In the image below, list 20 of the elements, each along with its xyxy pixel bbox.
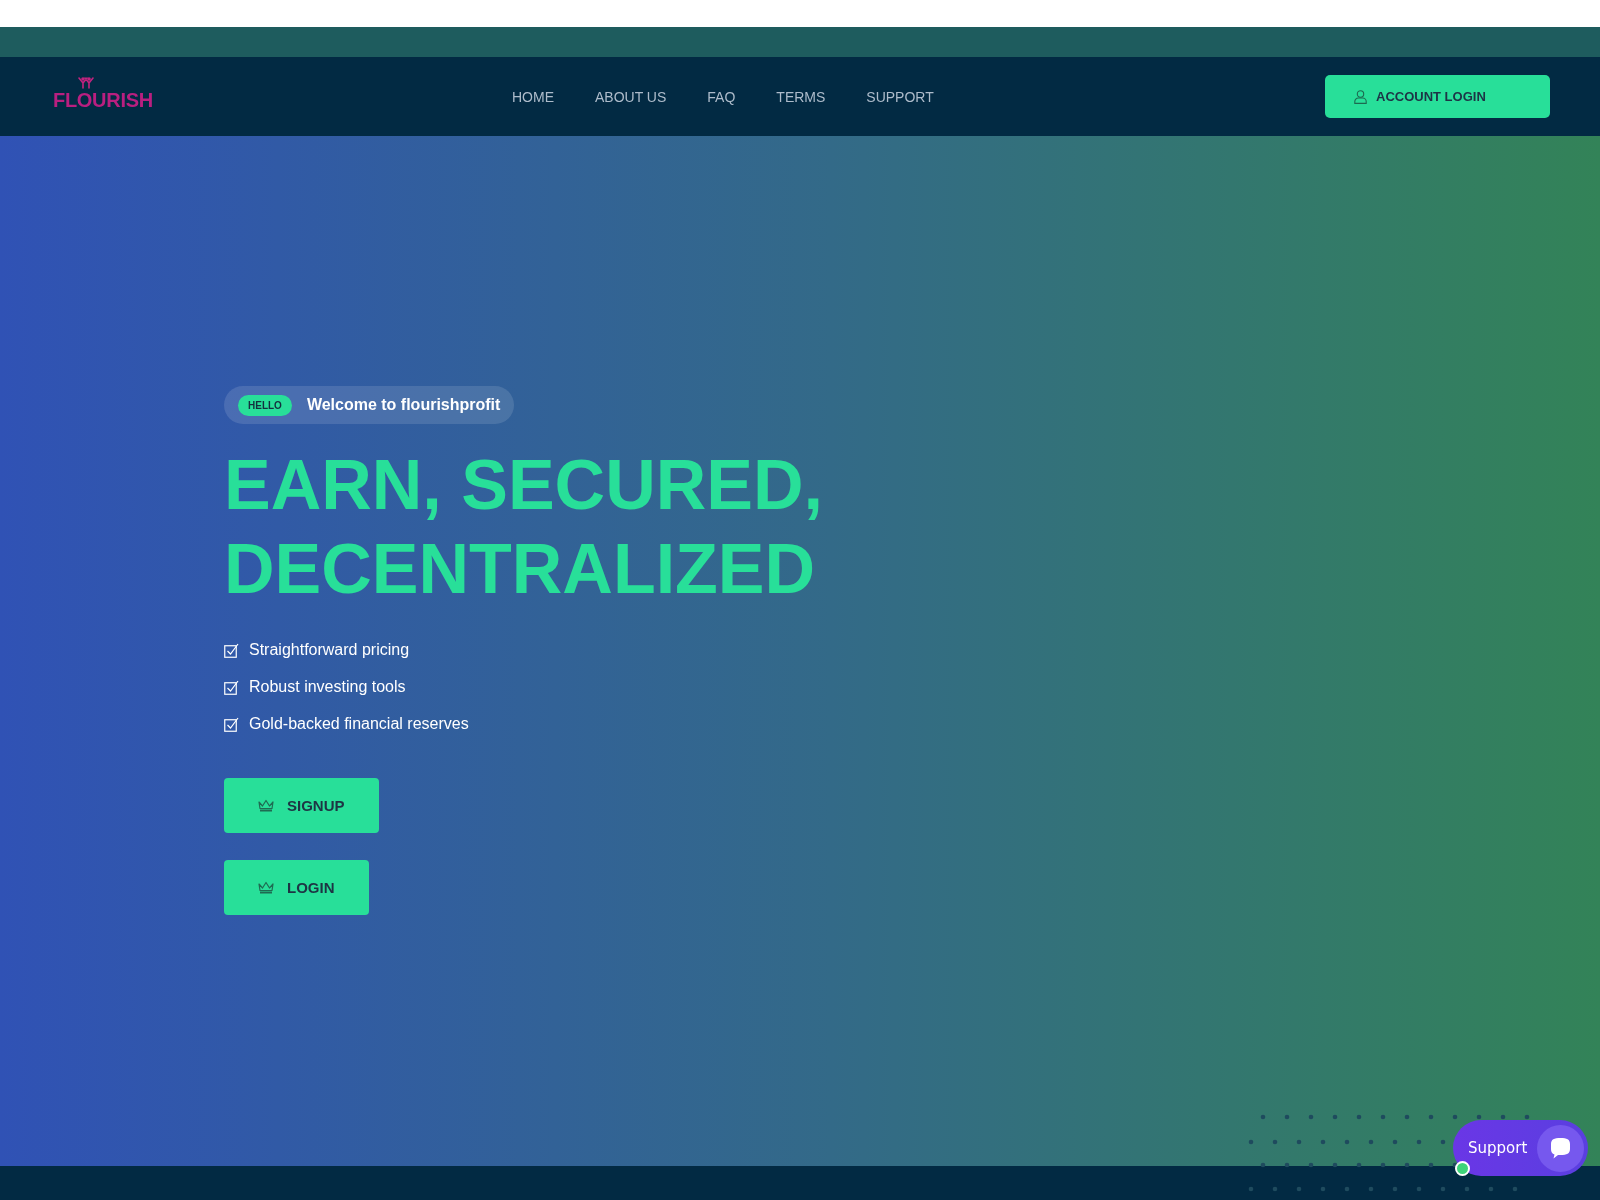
account-login-button[interactable]: ACCOUNT LOGIN [1325,75,1550,118]
feature-text: Robust investing tools [249,678,406,696]
welcome-text: Welcome to flourishprofit [306,396,501,414]
nav-link[interactable]: TERMS [776,87,826,106]
chat-bubble-icon [1537,1124,1584,1172]
nav-link[interactable]: SUPPORT [866,87,934,106]
person-icon [1354,89,1367,104]
nav-link[interactable]: HOME [512,87,554,106]
nav-link[interactable]: ABOUT US [595,87,667,106]
cta-button[interactable]: LOGIN [224,860,369,915]
support-chat-button[interactable]: Support [1453,1120,1588,1176]
hello-badge: HELLO [238,394,292,416]
hero-headline: EARN, SECURED, DECENTRALIZED [224,445,823,610]
cta-button[interactable]: SIGNUP [224,778,379,833]
feature-text: Gold-backed financial reserves [249,715,469,733]
crown-icon [258,799,274,812]
nav-link[interactable]: FAQ [707,87,736,106]
figures-icon [78,76,94,89]
feature-text: Straightforward pricing [249,641,410,659]
crown-icon [258,881,274,894]
